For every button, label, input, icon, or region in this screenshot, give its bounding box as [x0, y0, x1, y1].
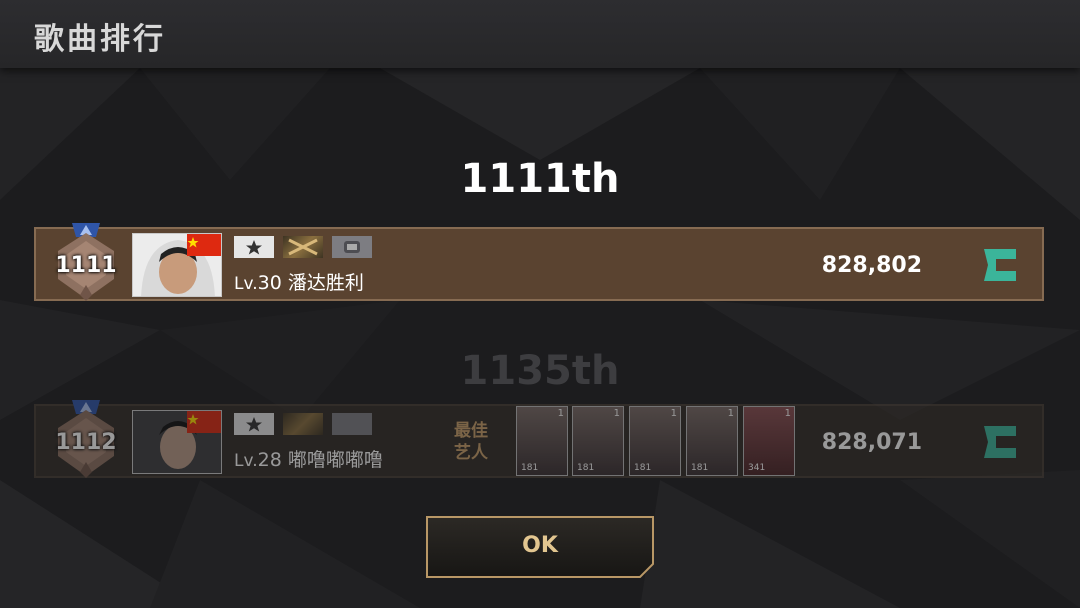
- artist-card[interactable]: 1 181: [572, 406, 624, 476]
- badge-row: [234, 236, 376, 260]
- level-prefix: Lv.: [234, 451, 258, 471]
- card-value: 181: [691, 463, 709, 473]
- player-info: Lv.30 潘达胜利: [234, 268, 364, 295]
- badge-row: [234, 413, 376, 437]
- card-value: 341: [748, 463, 766, 473]
- ok-button-label: OK: [522, 533, 558, 558]
- player-info: Lv.28 嘟噜嘟嘟噜: [234, 445, 383, 472]
- star-badge-icon: [234, 413, 274, 435]
- ok-button[interactable]: OK: [426, 516, 654, 578]
- china-flag-icon: [187, 411, 221, 433]
- c-rank-icon: [984, 249, 1016, 281]
- china-flag-icon: [187, 234, 221, 256]
- card-value: 181: [521, 463, 539, 473]
- player-name: 潘达胜利: [287, 272, 364, 294]
- artist-card[interactable]: 1 341: [743, 406, 795, 476]
- player-level: 28: [257, 449, 282, 471]
- current-player-row: 1111 Lv.30 潘达胜利 828,802: [34, 223, 1044, 301]
- player-avatar[interactable]: [132, 410, 222, 474]
- player-score: 828,071: [821, 430, 922, 455]
- header-bar: 歌曲排行: [0, 0, 1080, 68]
- player-score: 828,802: [821, 253, 922, 278]
- best-artist-line1: 最佳: [454, 421, 488, 441]
- next-player-row: 1112 Lv.28 嘟噜嘟嘟噜 最佳 艺人 1 181 1 181 1 181…: [34, 400, 1044, 478]
- next-rank-heading: 1135th: [460, 348, 620, 394]
- card-level: 1: [557, 408, 564, 419]
- gray-emblem-badge-icon: [332, 236, 373, 258]
- medal-number: 1112: [55, 430, 117, 455]
- card-level: 1: [727, 408, 734, 419]
- gold-emblem-badge-icon: [283, 413, 324, 435]
- card-level: 1: [670, 408, 677, 419]
- card-level: 1: [784, 408, 791, 419]
- card-level: 1: [613, 408, 620, 419]
- artist-card[interactable]: 1 181: [686, 406, 738, 476]
- current-rank-heading: 1111th: [460, 156, 620, 202]
- player-name: 嘟噜嘟嘟噜: [287, 449, 383, 471]
- gold-emblem-badge-icon: [283, 236, 324, 258]
- artist-card[interactable]: 1 181: [516, 406, 568, 476]
- card-value: 181: [577, 463, 595, 473]
- best-artist-line2: 艺人: [454, 443, 488, 463]
- player-avatar[interactable]: [132, 233, 222, 297]
- player-level: 30: [257, 272, 282, 294]
- star-badge-icon: [234, 236, 274, 258]
- c-rank-icon: [984, 426, 1016, 458]
- card-value: 181: [634, 463, 652, 473]
- best-artist-label: 最佳 艺人: [436, 420, 506, 464]
- artist-card[interactable]: 1 181: [629, 406, 681, 476]
- medal-number: 1111: [55, 253, 117, 278]
- page-title: 歌曲排行: [34, 22, 166, 57]
- level-prefix: Lv.: [234, 274, 258, 294]
- gray-emblem-badge-icon: [332, 413, 373, 435]
